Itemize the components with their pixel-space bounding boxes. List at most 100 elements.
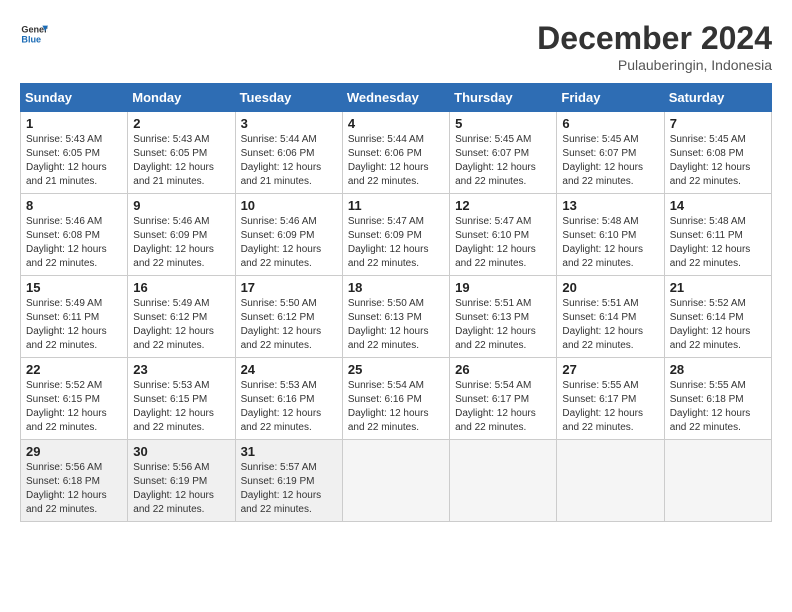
day-number: 10 bbox=[241, 198, 337, 213]
day-info: Sunrise: 5:52 AM Sunset: 6:15 PM Dayligh… bbox=[26, 379, 122, 435]
day-info: Sunrise: 5:50 AM Sunset: 6:13 PM Dayligh… bbox=[348, 297, 444, 353]
day-number: 11 bbox=[348, 198, 444, 213]
svg-text:Blue: Blue bbox=[21, 34, 41, 44]
title-block: December 2024 Pulauberingin, Indonesia bbox=[537, 20, 772, 73]
day-number: 2 bbox=[133, 116, 229, 131]
day-info: Sunrise: 5:54 AM Sunset: 6:17 PM Dayligh… bbox=[455, 379, 551, 435]
day-info: Sunrise: 5:53 AM Sunset: 6:16 PM Dayligh… bbox=[241, 379, 337, 435]
day-number: 20 bbox=[562, 280, 658, 295]
calendar-week-4: 22 Sunrise: 5:52 AM Sunset: 6:15 PM Dayli… bbox=[21, 358, 772, 440]
calendar-cell: 6 Sunrise: 5:45 AM Sunset: 6:07 PM Daylig… bbox=[557, 112, 664, 194]
calendar-cell: 13 Sunrise: 5:48 AM Sunset: 6:10 PM Dayli… bbox=[557, 194, 664, 276]
calendar-header-tuesday: Tuesday bbox=[235, 84, 342, 112]
calendar-cell: 25 Sunrise: 5:54 AM Sunset: 6:16 PM Dayli… bbox=[342, 358, 449, 440]
day-info: Sunrise: 5:46 AM Sunset: 6:09 PM Dayligh… bbox=[241, 215, 337, 271]
calendar-cell: 21 Sunrise: 5:52 AM Sunset: 6:14 PM Dayli… bbox=[664, 276, 771, 358]
day-number: 21 bbox=[670, 280, 766, 295]
day-info: Sunrise: 5:56 AM Sunset: 6:19 PM Dayligh… bbox=[133, 461, 229, 517]
day-info: Sunrise: 5:47 AM Sunset: 6:09 PM Dayligh… bbox=[348, 215, 444, 271]
day-info: Sunrise: 5:43 AM Sunset: 6:05 PM Dayligh… bbox=[133, 133, 229, 189]
calendar-cell: 12 Sunrise: 5:47 AM Sunset: 6:10 PM Dayli… bbox=[450, 194, 557, 276]
calendar-cell: 27 Sunrise: 5:55 AM Sunset: 6:17 PM Dayli… bbox=[557, 358, 664, 440]
calendar-cell: 29 Sunrise: 5:56 AM Sunset: 6:18 PM Dayli… bbox=[21, 440, 128, 522]
day-info: Sunrise: 5:44 AM Sunset: 6:06 PM Dayligh… bbox=[348, 133, 444, 189]
calendar-cell: 19 Sunrise: 5:51 AM Sunset: 6:13 PM Dayli… bbox=[450, 276, 557, 358]
calendar-cell: 23 Sunrise: 5:53 AM Sunset: 6:15 PM Dayli… bbox=[128, 358, 235, 440]
calendar-week-2: 8 Sunrise: 5:46 AM Sunset: 6:08 PM Daylig… bbox=[21, 194, 772, 276]
calendar-cell: 11 Sunrise: 5:47 AM Sunset: 6:09 PM Dayli… bbox=[342, 194, 449, 276]
day-info: Sunrise: 5:51 AM Sunset: 6:14 PM Dayligh… bbox=[562, 297, 658, 353]
day-number: 12 bbox=[455, 198, 551, 213]
day-number: 19 bbox=[455, 280, 551, 295]
calendar-cell: 31 Sunrise: 5:57 AM Sunset: 6:19 PM Dayli… bbox=[235, 440, 342, 522]
calendar-cell: 17 Sunrise: 5:50 AM Sunset: 6:12 PM Dayli… bbox=[235, 276, 342, 358]
calendar-cell: 2 Sunrise: 5:43 AM Sunset: 6:05 PM Daylig… bbox=[128, 112, 235, 194]
calendar-cell: 1 Sunrise: 5:43 AM Sunset: 6:05 PM Daylig… bbox=[21, 112, 128, 194]
day-number: 31 bbox=[241, 444, 337, 459]
day-info: Sunrise: 5:49 AM Sunset: 6:12 PM Dayligh… bbox=[133, 297, 229, 353]
calendar-cell: 10 Sunrise: 5:46 AM Sunset: 6:09 PM Dayli… bbox=[235, 194, 342, 276]
day-number: 6 bbox=[562, 116, 658, 131]
calendar-cell bbox=[450, 440, 557, 522]
day-info: Sunrise: 5:48 AM Sunset: 6:10 PM Dayligh… bbox=[562, 215, 658, 271]
day-number: 17 bbox=[241, 280, 337, 295]
calendar-table: SundayMondayTuesdayWednesdayThursdayFrid… bbox=[20, 83, 772, 522]
day-number: 26 bbox=[455, 362, 551, 377]
day-info: Sunrise: 5:55 AM Sunset: 6:17 PM Dayligh… bbox=[562, 379, 658, 435]
day-info: Sunrise: 5:46 AM Sunset: 6:08 PM Dayligh… bbox=[26, 215, 122, 271]
day-number: 3 bbox=[241, 116, 337, 131]
day-number: 30 bbox=[133, 444, 229, 459]
calendar-header-friday: Friday bbox=[557, 84, 664, 112]
page-subtitle: Pulauberingin, Indonesia bbox=[537, 57, 772, 73]
calendar-cell: 5Sunrise: 5:45 AM Sunset: 6:07 PM Daylig… bbox=[450, 112, 557, 194]
calendar-cell: 22 Sunrise: 5:52 AM Sunset: 6:15 PM Dayli… bbox=[21, 358, 128, 440]
calendar-cell: 28Sunrise: 5:55 AM Sunset: 6:18 PM Dayli… bbox=[664, 358, 771, 440]
day-number: 15 bbox=[26, 280, 122, 295]
calendar-cell: 14Sunrise: 5:48 AM Sunset: 6:11 PM Dayli… bbox=[664, 194, 771, 276]
calendar-week-3: 15Sunrise: 5:49 AM Sunset: 6:11 PM Dayli… bbox=[21, 276, 772, 358]
calendar-header-saturday: Saturday bbox=[664, 84, 771, 112]
calendar-header-monday: Monday bbox=[128, 84, 235, 112]
calendar-cell: 7Sunrise: 5:45 AM Sunset: 6:08 PM Daylig… bbox=[664, 112, 771, 194]
day-number: 8 bbox=[26, 198, 122, 213]
day-number: 4 bbox=[348, 116, 444, 131]
calendar-header-wednesday: Wednesday bbox=[342, 84, 449, 112]
day-number: 16 bbox=[133, 280, 229, 295]
day-number: 9 bbox=[133, 198, 229, 213]
day-info: Sunrise: 5:56 AM Sunset: 6:18 PM Dayligh… bbox=[26, 461, 122, 517]
calendar-cell: 18 Sunrise: 5:50 AM Sunset: 6:13 PM Dayli… bbox=[342, 276, 449, 358]
day-info: Sunrise: 5:45 AM Sunset: 6:07 PM Dayligh… bbox=[455, 133, 551, 189]
day-info: Sunrise: 5:45 AM Sunset: 6:07 PM Dayligh… bbox=[562, 133, 658, 189]
day-info: Sunrise: 5:57 AM Sunset: 6:19 PM Dayligh… bbox=[241, 461, 337, 517]
day-info: Sunrise: 5:50 AM Sunset: 6:12 PM Dayligh… bbox=[241, 297, 337, 353]
day-info: Sunrise: 5:51 AM Sunset: 6:13 PM Dayligh… bbox=[455, 297, 551, 353]
calendar-week-1: 1 Sunrise: 5:43 AM Sunset: 6:05 PM Daylig… bbox=[21, 112, 772, 194]
day-number: 25 bbox=[348, 362, 444, 377]
day-info: Sunrise: 5:45 AM Sunset: 6:08 PM Dayligh… bbox=[670, 133, 766, 189]
day-info: Sunrise: 5:44 AM Sunset: 6:06 PM Dayligh… bbox=[241, 133, 337, 189]
day-info: Sunrise: 5:53 AM Sunset: 6:15 PM Dayligh… bbox=[133, 379, 229, 435]
page-header: General Blue December 2024 Pulauberingin… bbox=[20, 20, 772, 73]
day-number: 23 bbox=[133, 362, 229, 377]
day-info: Sunrise: 5:52 AM Sunset: 6:14 PM Dayligh… bbox=[670, 297, 766, 353]
calendar-cell: 15Sunrise: 5:49 AM Sunset: 6:11 PM Dayli… bbox=[21, 276, 128, 358]
calendar-cell: 4 Sunrise: 5:44 AM Sunset: 6:06 PM Daylig… bbox=[342, 112, 449, 194]
day-info: Sunrise: 5:47 AM Sunset: 6:10 PM Dayligh… bbox=[455, 215, 551, 271]
day-number: 1 bbox=[26, 116, 122, 131]
day-number: 27 bbox=[562, 362, 658, 377]
day-number: 24 bbox=[241, 362, 337, 377]
day-number: 13 bbox=[562, 198, 658, 213]
day-info: Sunrise: 5:46 AM Sunset: 6:09 PM Dayligh… bbox=[133, 215, 229, 271]
calendar-cell: 8 Sunrise: 5:46 AM Sunset: 6:08 PM Daylig… bbox=[21, 194, 128, 276]
day-number: 28 bbox=[670, 362, 766, 377]
calendar-cell: 9 Sunrise: 5:46 AM Sunset: 6:09 PM Daylig… bbox=[128, 194, 235, 276]
day-number: 22 bbox=[26, 362, 122, 377]
calendar-cell: 30 Sunrise: 5:56 AM Sunset: 6:19 PM Dayli… bbox=[128, 440, 235, 522]
day-info: Sunrise: 5:54 AM Sunset: 6:16 PM Dayligh… bbox=[348, 379, 444, 435]
day-info: Sunrise: 5:43 AM Sunset: 6:05 PM Dayligh… bbox=[26, 133, 122, 189]
calendar-cell: 20 Sunrise: 5:51 AM Sunset: 6:14 PM Dayli… bbox=[557, 276, 664, 358]
day-number: 29 bbox=[26, 444, 122, 459]
calendar-cell: 24 Sunrise: 5:53 AM Sunset: 6:16 PM Dayli… bbox=[235, 358, 342, 440]
calendar-cell: 26 Sunrise: 5:54 AM Sunset: 6:17 PM Dayli… bbox=[450, 358, 557, 440]
day-number: 18 bbox=[348, 280, 444, 295]
